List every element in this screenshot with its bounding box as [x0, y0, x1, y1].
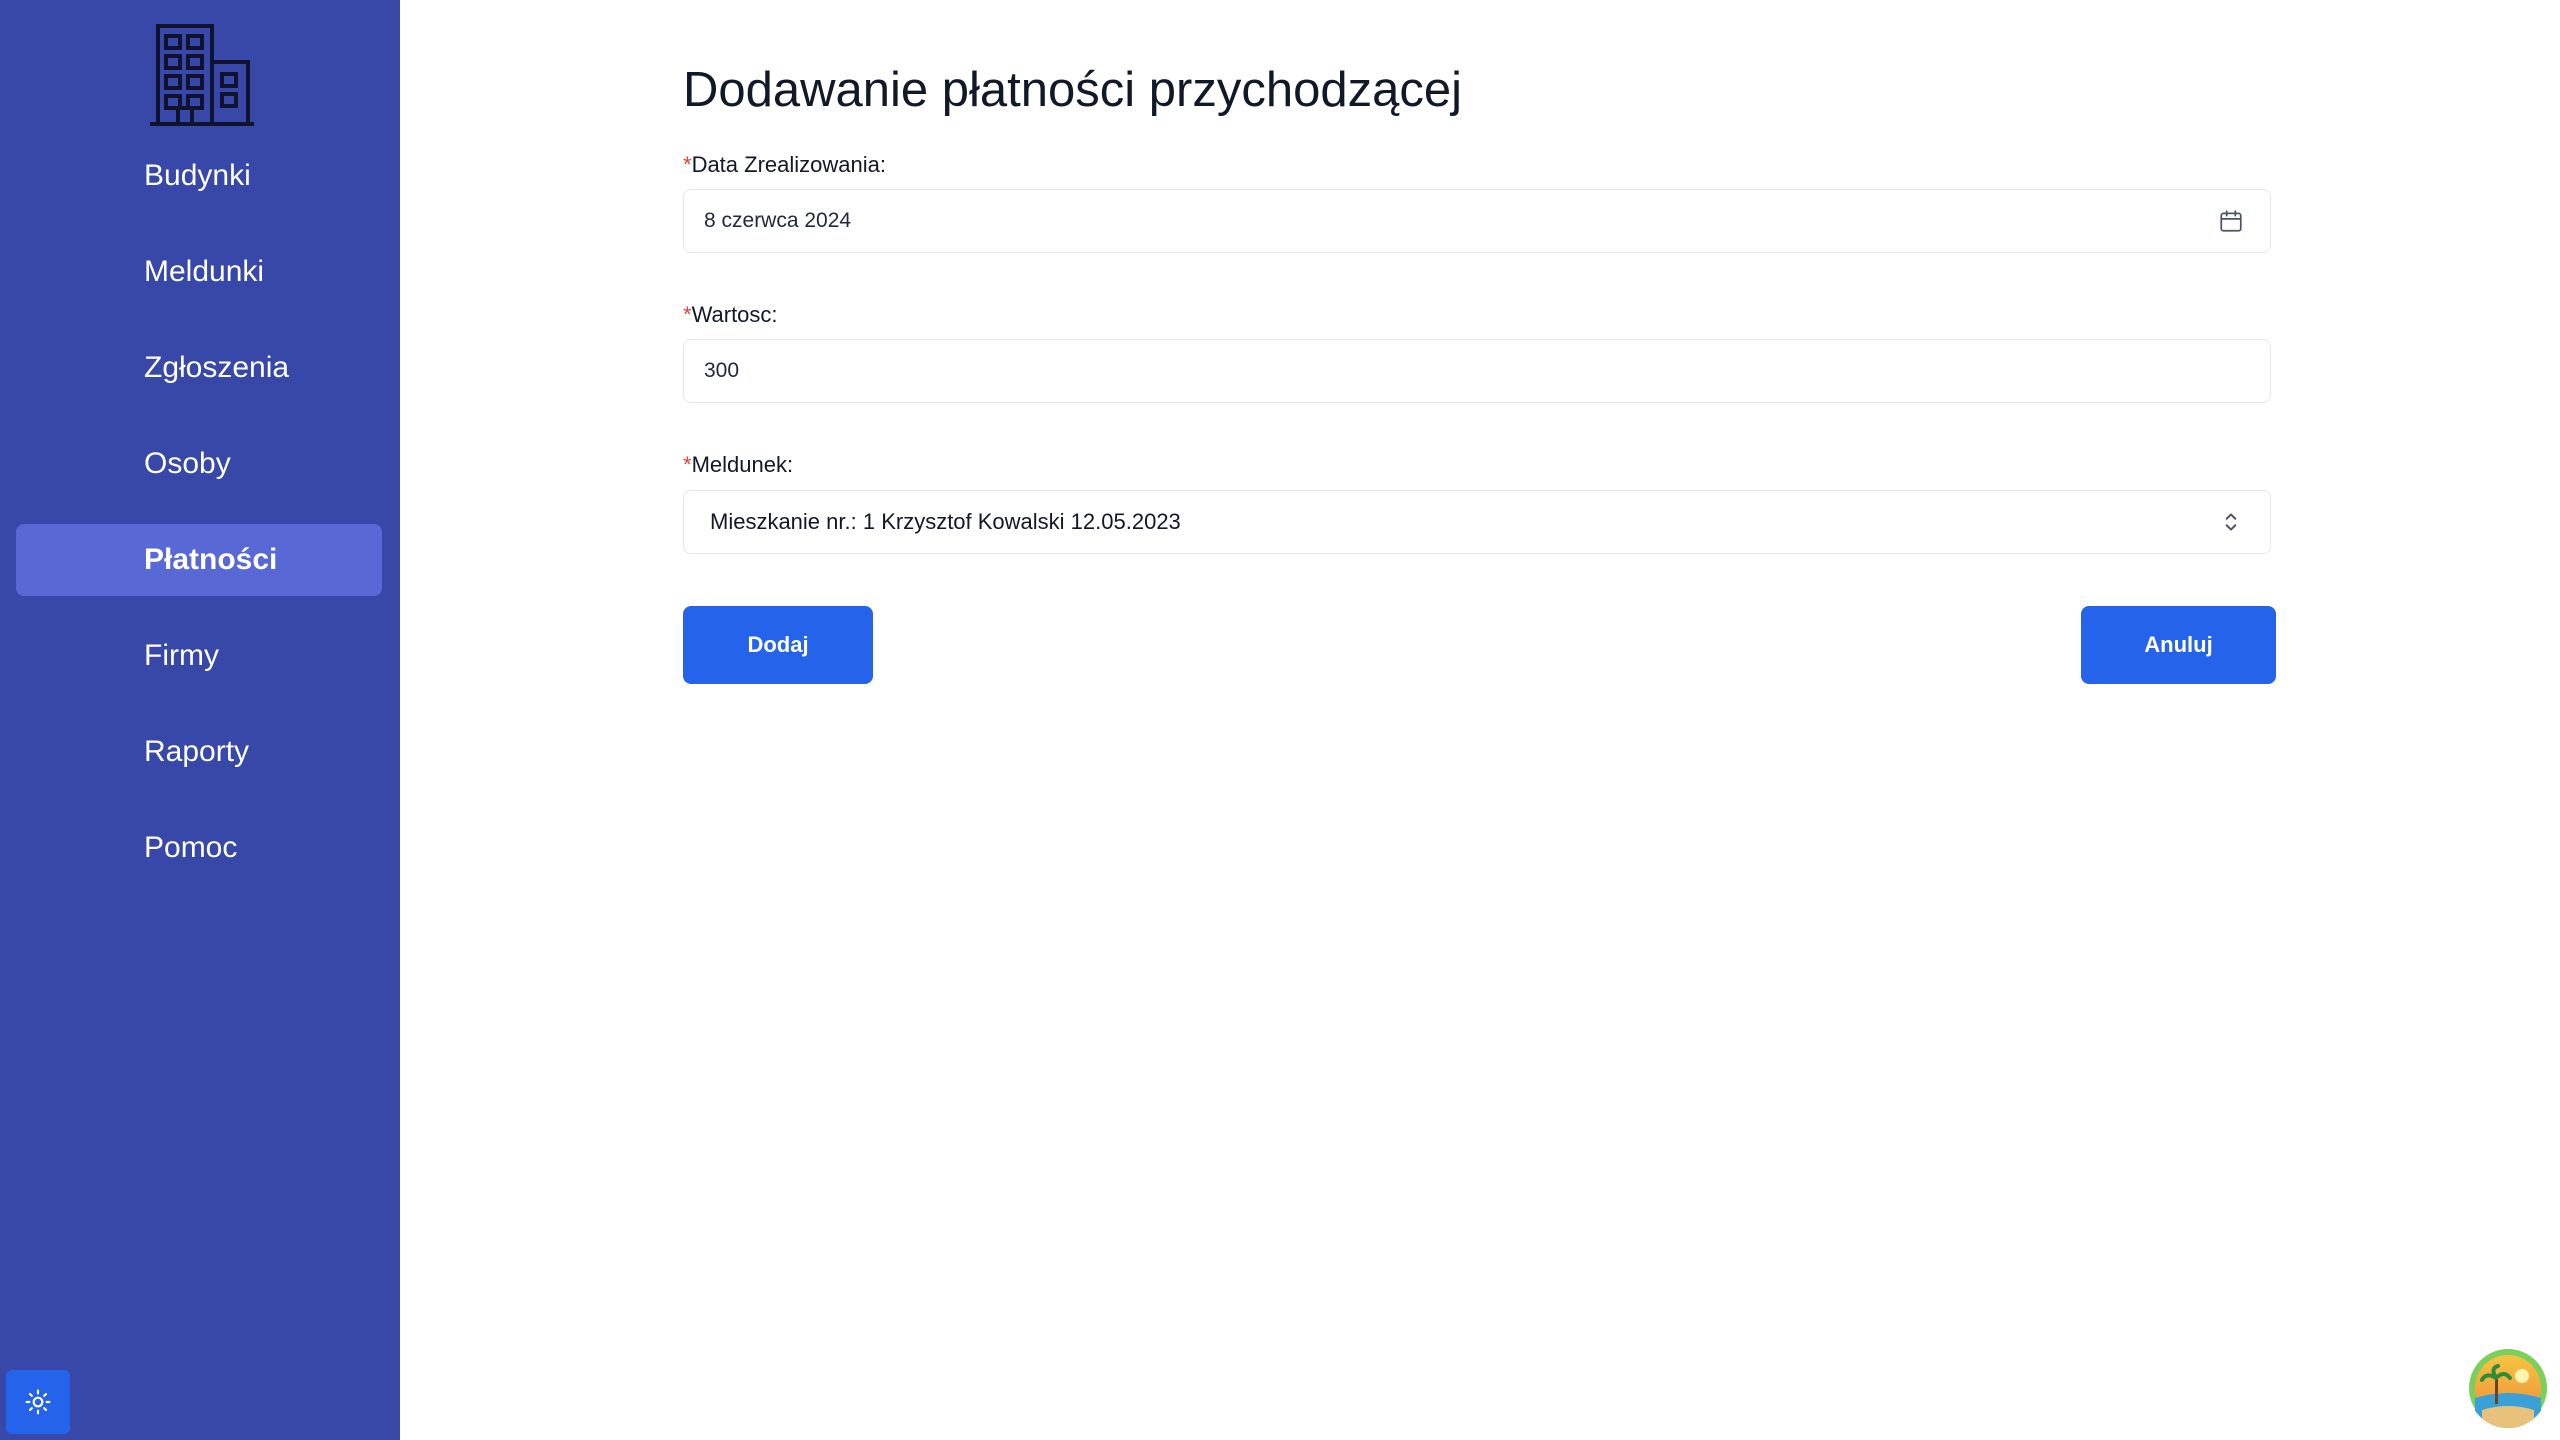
- calendar-icon[interactable]: [2218, 208, 2244, 234]
- required-marker: *: [683, 152, 692, 177]
- sidebar-item-meldunki[interactable]: Meldunki: [16, 236, 382, 308]
- date-value: 8 czerwca 2024: [704, 209, 852, 232]
- amount-label-text: Wartosc:: [691, 302, 778, 327]
- required-marker: *: [683, 302, 692, 327]
- checkin-selected-value: Mieszkanie nr.: 1 Krzysztof Kowalski 12.…: [710, 509, 1181, 534]
- sidebar-item-budynki[interactable]: Budynki: [16, 140, 382, 212]
- date-label-text: Data Zrealizowania:: [691, 152, 886, 177]
- chevron-up-down-icon: [2225, 513, 2237, 531]
- theme-toggle-button[interactable]: [6, 1370, 70, 1434]
- page-title: Dodawanie płatności przychodzącej: [683, 63, 1462, 117]
- assistant-avatar-icon[interactable]: [2468, 1348, 2548, 1428]
- building-icon: [150, 22, 254, 128]
- date-field[interactable]: 8 czerwca 2024: [683, 189, 2271, 253]
- checkin-label: *Meldunek:: [683, 452, 793, 478]
- sidebar-item-zgloszenia[interactable]: Zgłoszenia: [16, 332, 382, 404]
- main-content: Dodawanie płatności przychodzącej *Data …: [400, 0, 2560, 1440]
- sidebar-item-pomoc[interactable]: Pomoc: [16, 812, 382, 884]
- amount-label: *Wartosc:: [683, 302, 778, 328]
- sidebar-item-raporty[interactable]: Raporty: [16, 716, 382, 788]
- cancel-button[interactable]: Anuluj: [2081, 606, 2276, 684]
- checkin-select[interactable]: Mieszkanie nr.: 1 Krzysztof Kowalski 12.…: [683, 490, 2271, 554]
- amount-input[interactable]: [704, 342, 2204, 400]
- sun-icon: [25, 1389, 51, 1415]
- amount-field[interactable]: [683, 339, 2271, 403]
- sidebar-item-firmy[interactable]: Firmy: [16, 620, 382, 692]
- sidebar: Budynki Meldunki Zgłoszenia Osoby Płatno…: [0, 0, 400, 1440]
- sidebar-item-platnosci[interactable]: Płatności: [16, 524, 382, 596]
- sidebar-item-osoby[interactable]: Osoby: [16, 428, 382, 500]
- required-marker: *: [683, 452, 692, 477]
- date-label: *Data Zrealizowania:: [683, 152, 886, 178]
- checkin-label-text: Meldunek:: [691, 452, 794, 477]
- add-button[interactable]: Dodaj: [683, 606, 873, 684]
